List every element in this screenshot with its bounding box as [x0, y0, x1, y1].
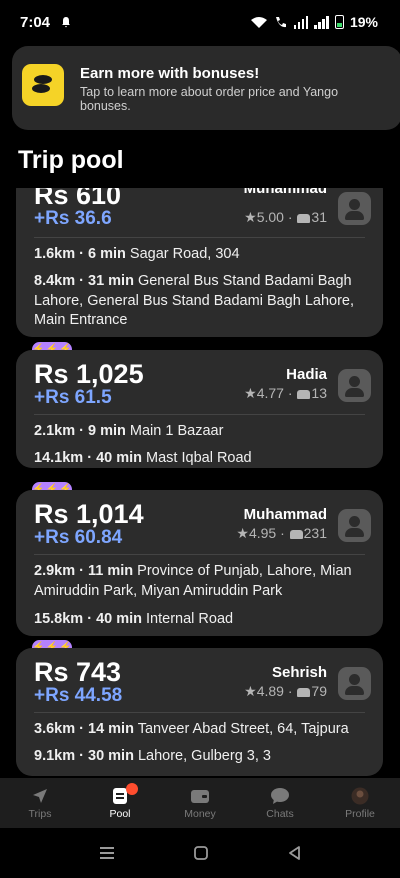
avatar	[338, 369, 371, 402]
bottom-nav: Trips Pool Money Chats Profile	[0, 778, 400, 828]
nav-chats-label: Chats	[266, 807, 294, 820]
home-icon[interactable]	[193, 845, 209, 861]
pool-list-icon	[110, 782, 138, 805]
system-nav-bar	[0, 828, 400, 878]
nav-profile-label: Profile	[345, 807, 375, 820]
divider	[34, 712, 365, 713]
trip-bonus: +Rs 60.84	[34, 527, 123, 548]
status-time: 7:04	[20, 13, 51, 31]
route-pickup: 2.9km · 11 min Province of Punjab, Lahor…	[34, 563, 352, 599]
trip-card[interactable]: Rs 610 +Rs 36.6 Muhammad ★5.00 · 31 1.6k…	[16, 188, 383, 337]
trip-price: Rs 743	[34, 657, 122, 687]
wallet-icon	[191, 789, 209, 803]
car-icon	[297, 214, 311, 223]
car-icon	[289, 530, 303, 539]
bell-icon	[62, 17, 71, 28]
banner-subtitle: Tap to learn more about order price and …	[80, 85, 339, 113]
nav-trips-label: Trips	[28, 807, 52, 820]
trip-price: Rs 1,014	[34, 499, 144, 529]
profile-avatar-icon	[351, 787, 369, 804]
trip-card[interactable]: Rs 1,014 +Rs 60.84 Muhammad ★4.95 · 231 …	[16, 490, 383, 636]
trip-bonus: +Rs 36.6	[34, 208, 112, 229]
passenger-name: Hadia	[286, 366, 327, 383]
call-icon	[275, 16, 286, 27]
back-icon[interactable]	[287, 845, 301, 861]
route-dropoff: 9.1km · 30 min Lahore, Gulberg 3, 3	[34, 748, 271, 764]
avatar	[338, 667, 371, 700]
signal-1-icon	[293, 15, 309, 29]
nav-trips[interactable]: Trips	[0, 778, 80, 828]
passenger-name: Muhammad	[243, 188, 327, 197]
passenger-rating: ★4.77 · 13	[244, 385, 327, 401]
status-bar: 7:04 19%	[0, 0, 400, 44]
trip-price: Rs 1,025	[34, 359, 144, 389]
passenger-rating: ★5.00 · 31	[244, 209, 327, 225]
navigation-arrow-icon	[33, 788, 47, 803]
trip-bonus: +Rs 44.58	[34, 685, 123, 706]
notification-dot	[126, 782, 138, 795]
passenger-name: Muhammad	[243, 506, 327, 523]
avatar	[338, 192, 371, 225]
trip-bonus: +Rs 61.5	[34, 387, 112, 408]
passenger-name: Sehrish	[271, 664, 327, 681]
signal-2-icon	[314, 15, 329, 29]
divider	[34, 414, 365, 415]
avatar	[338, 509, 371, 542]
nav-profile[interactable]: Profile	[320, 778, 400, 828]
nav-money-label: Money	[184, 807, 216, 820]
divider	[34, 554, 365, 555]
banner-title: Earn more with bonuses!	[80, 65, 260, 82]
route-pickup: 1.6km · 6 min Sagar Road, 304	[34, 246, 240, 262]
route-dropoff: 15.8km · 40 min Internal Road	[34, 611, 234, 627]
nav-money[interactable]: Money	[160, 778, 240, 828]
route-pickup: 3.6km · 14 min Tanveer Abad Street, 64, …	[34, 721, 349, 737]
car-icon	[297, 390, 311, 399]
nav-pool-label: Pool	[109, 807, 131, 820]
trip-list[interactable]: Rs 610 +Rs 36.6 Muhammad ★5.00 · 31 1.6k…	[0, 188, 400, 778]
divider	[34, 237, 365, 238]
wifi-icon	[250, 16, 267, 28]
route-dropoff: 14.1km · 40 min Mast Iqbal Road	[34, 450, 252, 466]
nav-chats[interactable]: Chats	[240, 778, 320, 828]
trip-card[interactable]: Rs 1,025 +Rs 61.5 Hadia ★4.77 · 13 2.1km…	[16, 350, 383, 468]
car-icon	[297, 688, 311, 697]
battery-icon	[334, 15, 344, 29]
passenger-rating: ★4.89 · 79	[244, 683, 327, 699]
route-pickup: 2.1km · 9 min Main 1 Bazaar	[34, 423, 224, 439]
coins-icon	[22, 64, 64, 106]
battery-percent: 19%	[349, 14, 378, 30]
recents-icon[interactable]	[99, 846, 115, 860]
trip-card[interactable]: Rs 743 +Rs 44.58 Sehrish ★4.89 · 79 3.6k…	[16, 648, 383, 776]
nav-pool[interactable]: Pool	[80, 778, 160, 828]
page-title: Trip pool	[18, 146, 124, 174]
passenger-rating: ★4.95 · 231	[236, 525, 327, 541]
bonus-banner[interactable]: Earn more with bonuses! Tap to learn mor…	[12, 46, 400, 130]
chat-bubble-icon	[271, 787, 289, 804]
route-dropoff: 8.4km · 31 min General Bus Stand Badami …	[34, 273, 355, 328]
